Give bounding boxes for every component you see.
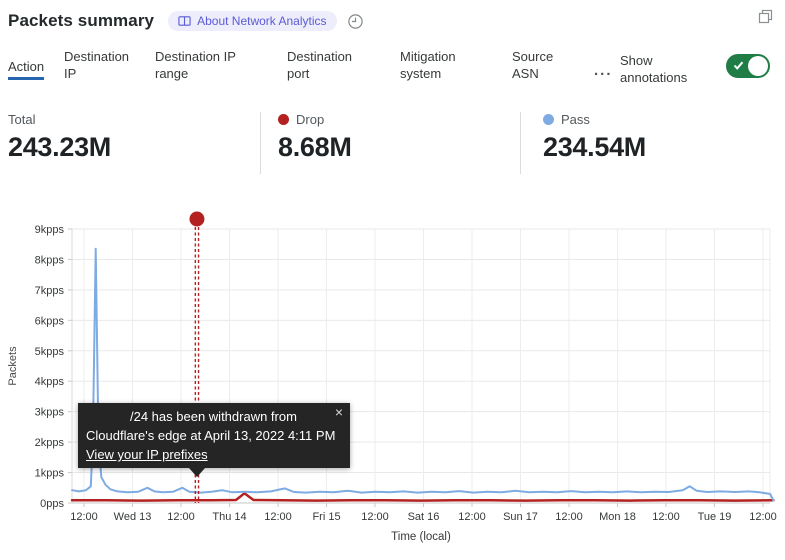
more-tabs-button[interactable]: ... xyxy=(594,62,613,79)
x-tick-label: 12:00 xyxy=(652,511,680,523)
stat-label: Drop xyxy=(296,112,324,127)
x-tick-label: Thu 14 xyxy=(212,511,246,523)
book-icon xyxy=(178,15,191,27)
check-icon xyxy=(733,60,744,71)
x-tick-label: Mon 18 xyxy=(599,511,636,523)
packets-chart[interactable]: 0pps 1kpps 2kpps 3kpps 4kpps 5kpps 6kpps 7kpps 8… xyxy=(0,200,785,555)
x-tick-label: Tue 19 xyxy=(698,511,732,523)
y-tick-label: 6kpps xyxy=(35,315,65,327)
tab-mitigation-system[interactable]: Mitigation system xyxy=(400,48,474,82)
tab-destination-port[interactable]: Destination port xyxy=(287,48,367,82)
x-tick-label: 12:00 xyxy=(264,511,292,523)
x-tick-label: Sun 17 xyxy=(503,511,538,523)
about-network-analytics-badge[interactable]: About Network Analytics xyxy=(168,11,336,31)
y-tick-label: 4kpps xyxy=(35,376,65,388)
panel-header: Packets summary About Network Analytics xyxy=(8,8,777,34)
show-annotations-label: Show annotations xyxy=(620,52,700,86)
tab-label: Mitigation system xyxy=(400,49,456,81)
x-tick-label: 12:00 xyxy=(361,511,389,523)
stat-pass[interactable]: Pass 234.54M xyxy=(543,112,646,163)
series-line-drop xyxy=(72,493,774,500)
stats-row: Total 243.23M Drop 8.68M Pass 234.54M xyxy=(0,106,785,180)
stat-label: Pass xyxy=(561,112,590,127)
badge-label: About Network Analytics xyxy=(197,15,326,27)
close-icon[interactable]: × xyxy=(335,405,343,419)
tab-destination-ip[interactable]: Destination IP xyxy=(64,48,142,82)
stat-divider xyxy=(260,112,261,174)
y-tick-label: 3kpps xyxy=(35,407,65,419)
tab-label: Source ASN xyxy=(512,49,553,81)
y-axis-title: Packets xyxy=(7,346,19,386)
annotation-tooltip: × /24 has been withdrawn from Cloudflare… xyxy=(78,403,350,468)
stat-total[interactable]: Total 243.23M xyxy=(8,112,111,163)
legend-dot-pass xyxy=(543,114,554,125)
show-annotations-toggle[interactable] xyxy=(726,54,770,78)
page-title: Packets summary xyxy=(8,11,154,31)
stat-value: 8.68M xyxy=(278,132,352,163)
y-tick-label: 7kpps xyxy=(35,285,65,297)
x-tick-label: 12:00 xyxy=(749,511,777,523)
x-tick-label: 12:00 xyxy=(167,511,195,523)
x-tick-label: 12:00 xyxy=(458,511,486,523)
annotation-dot[interactable] xyxy=(189,212,204,227)
y-tick-label: 5kpps xyxy=(35,346,65,358)
stat-divider xyxy=(520,112,521,174)
stat-value: 243.23M xyxy=(8,132,111,163)
y-tick-label: 9kpps xyxy=(35,224,65,236)
tooltip-line2: Cloudflare's edge at April 13, 2022 4:11… xyxy=(86,426,342,445)
x-tick-label: 12:00 xyxy=(70,511,98,523)
x-tick-label: Fri 15 xyxy=(312,511,340,523)
tooltip-arrow xyxy=(189,468,205,477)
y-tick-label: 2kpps xyxy=(35,437,65,449)
y-tick-label: 1kpps xyxy=(35,468,65,480)
tab-label: Destination IP xyxy=(64,49,129,81)
dimension-tabs: ActionDestination IPDestination IP range… xyxy=(0,44,785,96)
x-tick-label: Sat 16 xyxy=(408,511,440,523)
stat-drop[interactable]: Drop 8.68M xyxy=(278,112,352,163)
tooltip-line1: /24 has been withdrawn from xyxy=(86,407,342,426)
tab-destination-ip-range[interactable]: Destination IP range xyxy=(155,48,251,82)
y-tick-label: 0pps xyxy=(40,498,64,510)
tab-label: Destination IP range xyxy=(155,49,236,81)
stat-value: 234.54M xyxy=(543,132,646,163)
stat-label: Total xyxy=(8,112,35,127)
x-tick-label: Wed 13 xyxy=(114,511,152,523)
tab-action[interactable]: Action xyxy=(8,58,68,75)
popout-icon[interactable] xyxy=(757,8,775,26)
x-axis-title: Time (local) xyxy=(391,531,451,543)
legend-dot-drop xyxy=(278,114,289,125)
toggle-knob xyxy=(748,56,768,76)
y-tick-label: 8kpps xyxy=(35,254,65,266)
tab-source-asn[interactable]: Source ASN xyxy=(512,48,566,82)
view-ip-prefixes-link[interactable]: View your IP prefixes xyxy=(86,447,208,462)
history-clock-icon[interactable] xyxy=(347,13,364,30)
tab-label: Destination port xyxy=(287,49,352,81)
x-tick-label: 12:00 xyxy=(555,511,583,523)
tab-label: Action xyxy=(8,59,44,80)
